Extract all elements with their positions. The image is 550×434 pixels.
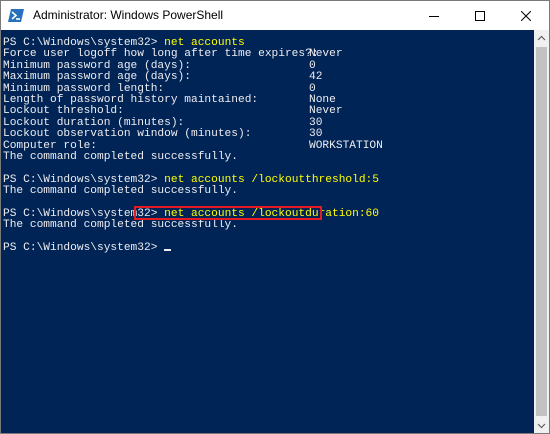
scroll-down-button[interactable] [534,418,549,433]
console-output[interactable]: PS C:\Windows\system32> net accounts For… [1,30,534,433]
powershell-window: Administrator: Windows PowerShell PS C:\… [0,0,550,434]
result-message: The command completed successfully. [3,151,238,163]
setting-row: Lockout observation window (minutes): 30 [3,128,533,141]
command-text: net accounts [164,37,245,49]
setting-value: 30 [309,128,323,141]
close-button[interactable] [503,1,549,30]
setting-label: Maximum password age (days): [3,71,191,84]
prompt: PS C:\Windows\system32> [3,242,165,255]
prompt: PS C:\Windows\system32> [3,173,165,186]
setting-label: Lockout observation window (minutes): [3,128,252,141]
setting-row: Maximum password age (days): 42 [3,71,533,84]
vertical-scrollbar[interactable] [534,30,549,433]
minimize-icon [429,15,439,17]
chevron-down-icon [537,423,546,428]
window-title: Administrator: Windows PowerShell [33,8,224,22]
command-text: net accounts /lockoutthreshold:5 [164,173,379,186]
maximize-button[interactable] [457,1,503,30]
scroll-up-button[interactable] [534,30,549,45]
chevron-up-icon [537,35,546,40]
title-bar[interactable]: Administrator: Windows PowerShell [1,1,549,30]
prompt: PS C:\Windows\system32> [3,37,165,49]
setting-value: WORKSTATION [309,139,383,152]
minimize-button[interactable] [411,1,457,30]
scroll-thumb[interactable] [536,47,547,416]
close-icon [521,10,531,21]
result-message: The command completed successfully. [3,185,238,198]
prompt-line[interactable]: PS C:\Windows\system32> [3,242,172,255]
result-message: The command completed successfully. [3,219,238,232]
setting-value: 42 [309,71,323,84]
maximize-icon [475,10,485,21]
powershell-icon [8,9,24,22]
command-highlight-box [134,206,322,220]
text-cursor [164,249,172,252]
